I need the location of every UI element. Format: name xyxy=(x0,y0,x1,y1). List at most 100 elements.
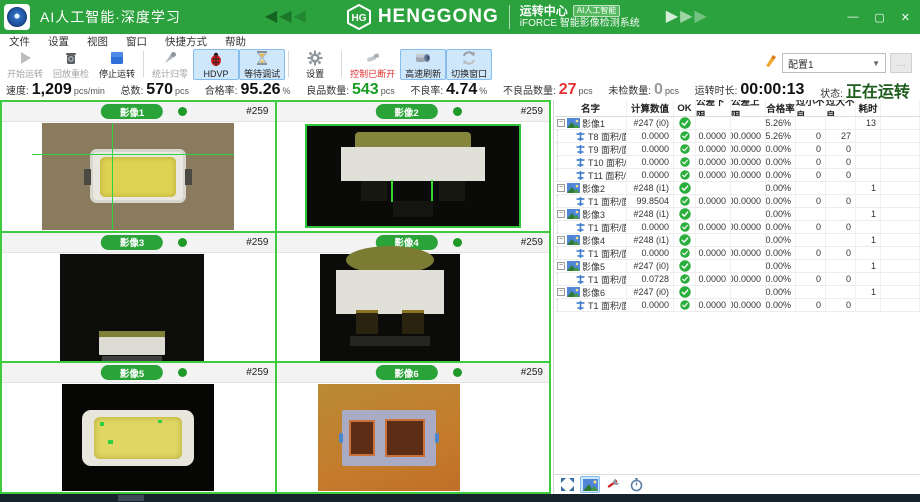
cell-upper: 100.0000 xyxy=(731,299,766,311)
table-row-measure[interactable]: T1 面积/面积0.00000.0000100.0000100.00%00 xyxy=(555,247,920,260)
camera-panel-5[interactable]: 影像5#259 xyxy=(2,363,275,492)
caliper-icon xyxy=(575,248,586,259)
reset-icon xyxy=(162,50,178,66)
cell-lower: 0.0000 xyxy=(696,195,731,207)
camera-panel-3[interactable]: 影像3#259 xyxy=(2,233,275,362)
maximize-button[interactable]: ▢ xyxy=(874,11,884,24)
menu-item-2[interactable]: 视图 xyxy=(78,34,117,49)
table-row-measure[interactable]: T1 面积/面积0.00000.0000100.0000100.00%00 xyxy=(555,221,920,234)
column-header-8[interactable]: 耗时 xyxy=(856,100,881,116)
column-header-6[interactable]: 过小不良 xyxy=(796,100,826,116)
camera-label-pill[interactable]: 影像1 xyxy=(101,104,163,119)
cell-spacer xyxy=(881,260,920,272)
profile-more-button[interactable]: … xyxy=(890,53,912,73)
sample-background xyxy=(62,384,214,491)
toolbar-button-label: 切换窗口 xyxy=(451,67,487,80)
toolbar-button-play[interactable]: 开始运转 xyxy=(2,49,48,80)
caliper-icon xyxy=(575,144,586,155)
table-row-measure[interactable]: T11 面积/面积0.00000.0000200.0000100.00%00 xyxy=(555,169,920,182)
camera-label-pill[interactable]: 影像2 xyxy=(376,104,438,119)
fit-view-icon[interactable] xyxy=(557,476,577,493)
cell-time xyxy=(856,299,881,311)
profile-select[interactable]: 配置1 ▼ xyxy=(782,53,886,73)
table-row-measure[interactable]: T1 面积/面积0.00000.0000100.0000100.00%00 xyxy=(555,299,920,312)
table-row-measure[interactable]: T1 面积/面积0.07280.0000100.0000100.00%00 xyxy=(555,273,920,286)
table-row-measure[interactable]: T1 面积/面积99.85040.0000100.0000100.00%00 xyxy=(555,195,920,208)
column-header-1[interactable]: 计算数值 xyxy=(627,100,674,116)
toolbar-button-disconnect[interactable]: 控制已断开 xyxy=(345,49,400,80)
table-row-image[interactable]: −影像1#247 (i0)95.26%13 xyxy=(555,117,920,130)
cell-upper xyxy=(731,208,766,220)
toolbar-button-bug[interactable]: HDVP xyxy=(193,49,239,80)
cell-time: 1 xyxy=(856,182,881,194)
camera-panel-2[interactable]: 影像2#259 xyxy=(277,102,550,231)
table-row-image[interactable]: −影像4#248 (i1)100.00%1 xyxy=(555,234,920,247)
column-header-7[interactable]: 过大不良 xyxy=(826,100,856,116)
cell-rate: 100.00% xyxy=(766,156,796,168)
camera-label-pill[interactable]: 影像6 xyxy=(376,365,438,380)
expander-icon[interactable]: − xyxy=(557,210,565,218)
image-display-icon[interactable] xyxy=(580,476,600,493)
menu-item-4[interactable]: 快捷方式 xyxy=(156,34,216,49)
table-row-image[interactable]: −影像2#248 (i1)100.00%1 xyxy=(555,182,920,195)
camera-panel-1[interactable]: 影像1#259 xyxy=(2,102,275,231)
cell-small: 0 xyxy=(796,195,826,207)
expander-icon[interactable]: − xyxy=(557,262,565,270)
toolbar-button-hourglass[interactable]: 等待调试 xyxy=(239,49,285,80)
toolbar-button-switch[interactable]: 切换窗口 xyxy=(446,49,492,80)
cell-ok xyxy=(674,169,696,181)
status-dot-icon xyxy=(453,238,462,247)
taskbar-strip xyxy=(0,494,920,502)
menu-item-1[interactable]: 设置 xyxy=(39,34,78,49)
stat-item-1: 总数:570pcs xyxy=(121,81,190,99)
camera-image xyxy=(2,254,275,362)
cell-ok xyxy=(674,299,696,311)
table-row-measure[interactable]: T10 面积/面积0.00000.0000300.0000100.00%00 xyxy=(555,156,920,169)
camera-panel-6[interactable]: 影像6#259 xyxy=(277,363,550,492)
column-header-5[interactable]: 合格率 xyxy=(766,100,796,116)
svg-text:HG: HG xyxy=(351,13,366,24)
column-header-4[interactable]: 公差上限 xyxy=(731,100,766,116)
tree-indent xyxy=(557,195,573,207)
toolbar-button-stop[interactable]: 停止运转 xyxy=(94,49,140,80)
cell-lower xyxy=(696,234,731,246)
cell-upper: 100.0000 xyxy=(731,195,766,207)
cell-ok xyxy=(674,273,696,285)
expander-icon[interactable]: − xyxy=(557,184,565,192)
menu-item-0[interactable]: 文件 xyxy=(0,34,39,49)
table-row-image[interactable]: −影像6#247 (i0)100.00%1 xyxy=(555,286,920,299)
table-row-image[interactable]: −影像5#247 (i0)100.00%1 xyxy=(555,260,920,273)
camera-panel-4[interactable]: 影像4#259 xyxy=(277,233,550,362)
expander-icon[interactable]: − xyxy=(557,288,565,296)
stopwatch-icon[interactable] xyxy=(626,476,646,493)
stat-unit: pcs xyxy=(175,86,189,96)
row-name-label: T8 面积/面积 xyxy=(588,130,627,142)
camera-label-pill[interactable]: 影像5 xyxy=(101,365,163,380)
column-header-3[interactable]: 公差下限 xyxy=(696,100,731,116)
ok-check-icon xyxy=(680,248,690,258)
minimize-button[interactable]: — xyxy=(847,11,858,24)
caliper-icon xyxy=(575,274,586,285)
stat-label: 合格率: xyxy=(205,82,238,97)
cell-upper: 100.0000 xyxy=(731,221,766,233)
expander-icon[interactable]: − xyxy=(557,119,565,127)
stat-value: 95.26 xyxy=(240,81,280,99)
menu-item-5[interactable]: 帮助 xyxy=(216,34,255,49)
tools-icon[interactable] xyxy=(603,476,623,493)
menu-item-3[interactable]: 窗口 xyxy=(117,34,156,49)
stop-icon xyxy=(109,50,125,66)
table-row-image[interactable]: −影像3#248 (i1)100.00%1 xyxy=(555,208,920,221)
toolbar-button-reset[interactable]: 统计归零 xyxy=(147,49,193,80)
toolbar-button-label: 停止运转 xyxy=(99,67,135,80)
toolbar-button-trash[interactable]: 回放重检 xyxy=(48,49,94,80)
camera-label-pill[interactable]: 影像3 xyxy=(101,235,163,250)
column-header-2[interactable]: OK xyxy=(674,100,696,116)
table-row-measure[interactable]: T8 面积/面积0.00000.0000,000.000095.26%027 xyxy=(555,130,920,143)
toolbar-button-gear[interactable]: 设置 xyxy=(292,49,338,80)
column-header-0[interactable]: 名字 xyxy=(555,100,627,116)
table-row-measure[interactable]: T9 面积/面积0.00000.00001,000.0000100.00%00 xyxy=(555,143,920,156)
expander-icon[interactable]: − xyxy=(557,236,565,244)
close-button[interactable]: ✕ xyxy=(901,11,910,24)
toolbar-button-camera[interactable]: 高速刷新 xyxy=(400,49,446,80)
lead-right xyxy=(439,181,465,201)
